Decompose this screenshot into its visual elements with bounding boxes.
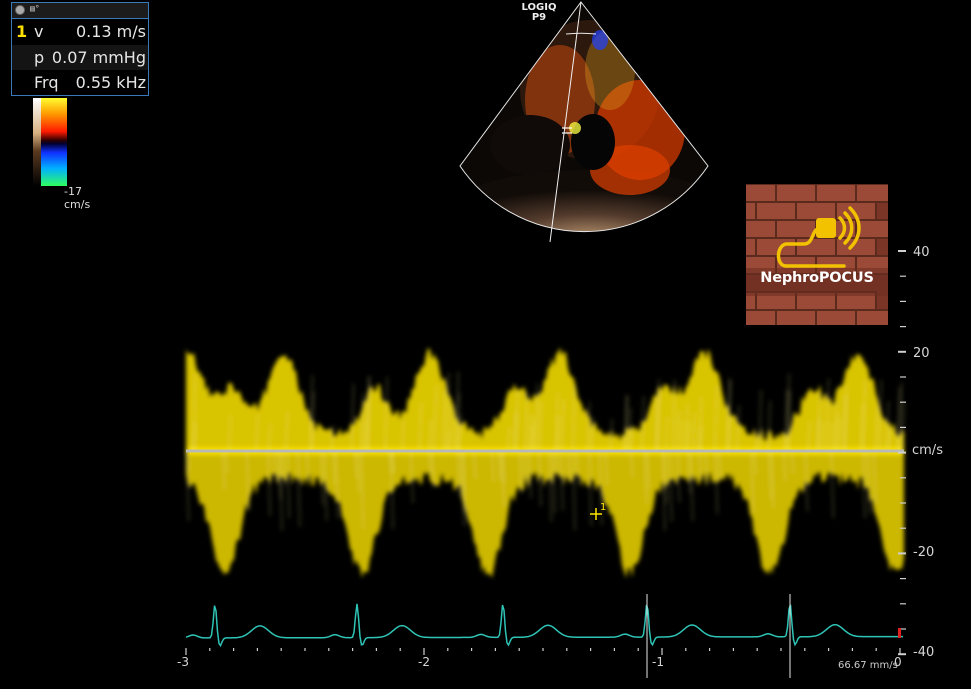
color-velocity-scale (33, 98, 67, 188)
velocity-tick-label: -20 (913, 545, 935, 560)
measurement-index: 1 (16, 22, 28, 41)
velocity-tick-label: 20 (913, 346, 930, 361)
bookmark-icon[interactable]: ▤° (30, 4, 44, 14)
nephropocus-logo: NephroPOCUS (746, 184, 888, 325)
measurement-value: 0.55 kHz (75, 73, 146, 92)
measurement-value: 0.07 mmHg (51, 48, 146, 67)
grayscale-map (33, 98, 41, 186)
velocity-unit-label: cm/s (912, 443, 943, 458)
record-dot-icon[interactable] (15, 5, 25, 15)
ecg-end-marker (898, 628, 901, 638)
color-scale-unit: cm/s (64, 198, 91, 211)
r-wave-markers (646, 594, 791, 678)
measurement-label: p (34, 48, 45, 67)
ecg-trace (185, 603, 903, 648)
measurement-label: v (34, 22, 44, 41)
logo-text: NephroPOCUS (760, 270, 874, 286)
measurement-cursor[interactable] (590, 508, 602, 520)
time-tick-label: -2 (418, 655, 430, 669)
measurement-row-velocity: 1 v 0.13 m/s (12, 19, 148, 44)
velocity-axis-ticks (898, 250, 906, 656)
measurement-row-pressure: p 0.07 mmHg (12, 45, 148, 70)
doppler-spectrum-waveform (185, 347, 905, 579)
sweep-speed: 66.67 mm/s (838, 660, 898, 671)
color-scale-value: -17 (64, 185, 82, 198)
measurement-value: 0.13 m/s (75, 22, 146, 41)
scale-tick (33, 100, 39, 101)
time-tick-label: -1 (652, 655, 664, 669)
velocity-tick-label: 40 (913, 245, 930, 260)
measurement-row-frequency: Frq 0.55 kHz (12, 70, 148, 95)
time-axis-ticks (185, 648, 901, 655)
measurement-panel: ▤° 1 v 0.13 m/s p 0.07 mmHg Frq 0.55 kHz (11, 2, 149, 96)
color-doppler-sector-image[interactable] (440, 0, 740, 250)
velocity-tick-label: -40 (913, 645, 935, 660)
color-map (41, 98, 67, 186)
time-tick-label: -3 (177, 655, 189, 669)
measurement-header: ▤° (12, 3, 148, 19)
cursor-index: 1 (600, 502, 606, 513)
measurement-label: Frq (34, 73, 59, 92)
